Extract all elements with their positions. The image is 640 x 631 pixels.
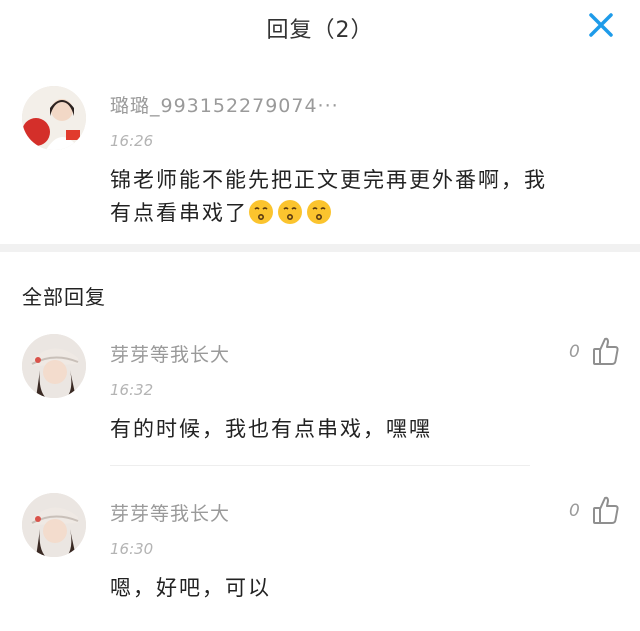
reply-divider [110,465,530,466]
avatar[interactable] [22,86,86,150]
like-button[interactable] [592,495,620,529]
section-divider [0,244,640,252]
reply-text: 嗯，好吧，可以 [110,576,271,600]
section-title: 全部回复 [22,285,106,309]
kissing-face-icon [248,199,274,235]
comment-text-line-1: 锦老师能不能先把正文更完再更外番啊，我 [110,168,547,192]
avatar[interactable] [22,334,86,398]
kissing-face-icon [306,199,332,235]
comment-text: 锦老师能不能先把正文更完再更外番啊，我 有点看串戏了 [110,164,620,235]
reply-time: 16:30 [110,540,154,558]
avatar[interactable] [22,493,86,557]
comment-time: 16:26 [110,132,154,150]
like-count: 0 [569,501,580,521]
thumbs-up-icon [593,496,619,524]
reply-time: 16:32 [110,381,154,399]
header: 回复（2） [0,0,640,52]
close-button[interactable] [586,10,616,40]
thumbs-up-icon [593,337,619,365]
reply-username[interactable]: 芽芽等我长大 [110,499,230,526]
comment-text-line-2-text: 有点看串戏了 [110,201,248,225]
kissing-face-icon [277,199,303,235]
reply-username[interactable]: 芽芽等我长大 [110,340,230,367]
like-button[interactable] [592,336,620,370]
close-icon [589,13,613,37]
comment-username[interactable]: 璐璐_993152279074··· [110,91,339,118]
page-title: 回复（2） [266,18,374,43]
reply-text: 有的时候，我也有点串戏，嘿嘿 [110,417,432,441]
like-count: 0 [569,342,580,362]
comment-text-line-2: 有点看串戏了 [110,197,620,235]
